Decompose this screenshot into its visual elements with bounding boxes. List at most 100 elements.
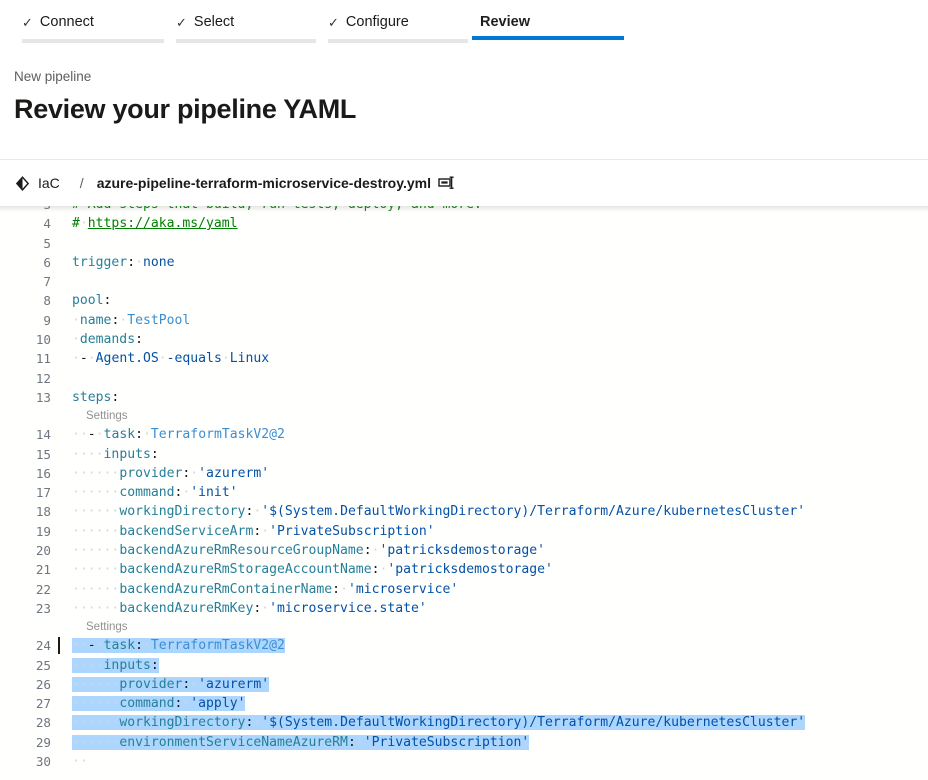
code-line[interactable]: 15 ····inputs: [0, 445, 928, 464]
line-tokens: ······environmentServiceNameAzureRM:·'Pr… [72, 734, 530, 750]
codelens-settings-link[interactable]: Settings [58, 407, 128, 425]
line-number: 30 [35, 754, 51, 770]
code-token: · [261, 600, 270, 616]
code-line[interactable]: 16 ······provider:·'azurerm' [0, 464, 928, 483]
repo-name[interactable]: IaC [38, 175, 60, 191]
code-token: workingDirectory [119, 715, 246, 731]
line-text[interactable]: ······backendAzureRmContainerName:·'micr… [58, 580, 928, 599]
line-tokens: ······backendAzureRmStorageAccountName:·… [72, 562, 553, 577]
line-text[interactable]: ······backendAzureRmResourceGroupName:·'… [58, 541, 928, 560]
line-text[interactable]: steps: [58, 388, 928, 407]
code-token: inputs [103, 446, 151, 462]
code-token: workingDirectory [119, 504, 246, 520]
line-text[interactable] [58, 234, 928, 253]
code-token: TerraformTaskV2@2 [150, 638, 285, 654]
line-tokens: ··-·task:·TerraformTaskV2@2 [72, 427, 285, 442]
line-text[interactable]: ·name:·TestPool [58, 311, 928, 330]
line-text[interactable]: #·https://aka.ms/yaml [58, 214, 928, 233]
code-line[interactable]: 8 pool: [0, 291, 928, 310]
line-number: 15 [35, 446, 51, 462]
line-text[interactable]: # Add steps that build, run tests, deplo… [58, 206, 928, 214]
line-text[interactable] [58, 369, 928, 388]
code-token: · [143, 427, 151, 443]
line-text[interactable]: ·-·Agent.OS·-equals·Linux [58, 349, 928, 368]
line-text[interactable]: ··-·task:·TerraformTaskV2@2 [58, 636, 928, 655]
code-line[interactable]: 5 [0, 234, 928, 253]
code-line[interactable]: 6 trigger:·none [0, 253, 928, 272]
code-line[interactable]: 21 ······backendAzureRmStorageAccountName… [0, 560, 928, 579]
code-token: : [347, 734, 356, 750]
code-line[interactable]: 7 [0, 272, 928, 291]
line-text[interactable]: ······command:·'apply' [58, 694, 928, 713]
line-text[interactable]: ······provider:·'azurerm' [58, 675, 928, 694]
line-number: 5 [43, 235, 51, 251]
wizard-tab-review[interactable]: Review [472, 0, 627, 52]
line-text[interactable]: ······backendServiceArm:·'PrivateSubscri… [58, 522, 928, 541]
page-title: Review your pipeline YAML [14, 94, 357, 124]
wizard-tab-label: Review [480, 14, 530, 30]
file-name[interactable]: azure-pipeline-terraform-microservice-de… [97, 175, 431, 191]
code-line[interactable]: 23 ······backendAzureRmKey:·'microservice… [0, 599, 928, 618]
code-line[interactable]: 24 ··-·task:·TerraformTaskV2@2 [0, 636, 928, 655]
code-line[interactable]: 10 ·demands: [0, 330, 928, 349]
line-text[interactable]: ······provider:·'azurerm' [58, 464, 928, 483]
file-path-bar: IaC / azure-pipeline-terraform-microserv… [0, 159, 928, 206]
line-text[interactable]: ······environmentServiceNameAzureRM:·'Pr… [58, 733, 928, 752]
code-line[interactable]: 18 ······workingDirectory:·'$(System.Defa… [0, 502, 928, 521]
code-line[interactable]: 17 ······command:·'init' [0, 483, 928, 502]
code-token: TestPool [127, 312, 191, 328]
code-line[interactable]: 9 ·name:·TestPool [0, 311, 928, 330]
code-token: backendAzureRmContainerName [119, 581, 333, 597]
code-content[interactable]: 3 # Add steps that build, run tests, depl… [0, 206, 928, 771]
line-tokens: ······workingDirectory:·'$(System.Defaul… [72, 715, 806, 731]
code-line[interactable]: 25 ····inputs: [0, 656, 928, 675]
yaml-code-editor[interactable]: 3 # Add steps that build, run tests, depl… [0, 206, 928, 779]
line-text[interactable]: ····inputs: [58, 445, 928, 464]
code-line[interactable]: 13 steps: [0, 388, 928, 407]
code-line[interactable]: 14 ··-·task:·TerraformTaskV2@2 [0, 425, 928, 444]
code-token: backendAzureRmStorageAccountName [119, 562, 372, 578]
line-number: 28 [35, 715, 51, 731]
code-line[interactable]: 28 ······workingDirectory:·'$(System.Defa… [0, 713, 928, 732]
line-text[interactable]: ··-·task:·TerraformTaskV2@2 [58, 425, 928, 444]
line-text[interactable]: ······command:·'init' [58, 483, 928, 502]
wizard-tab-connect[interactable]: ✓ Connect [14, 0, 168, 52]
code-line[interactable]: 4 #·https://aka.ms/yaml [0, 214, 928, 233]
code-line[interactable]: 22 ······backendAzureRmContainerName:·'mi… [0, 580, 928, 599]
line-number: 14 [35, 427, 51, 443]
line-text[interactable]: pool: [58, 291, 928, 310]
wizard-tab-select[interactable]: ✓ Select [168, 0, 320, 52]
line-text[interactable]: ······workingDirectory:·'$(System.Defaul… [58, 713, 928, 732]
line-text[interactable]: ······workingDirectory:·'$(System.Defaul… [58, 502, 928, 521]
line-tokens: steps: [72, 390, 119, 405]
code-line[interactable]: 12 [0, 369, 928, 388]
codelens-settings-link[interactable]: Settings [58, 618, 128, 636]
code-line[interactable]: 20 ······backendAzureRmResourceGroupName:… [0, 541, 928, 560]
code-line[interactable]: 27 ······command:·'apply' [0, 694, 928, 713]
code-line[interactable]: 19 ······backendServiceArm:·'PrivateSubsc… [0, 522, 928, 541]
line-tokens: ······backendAzureRmKey:·'microservice.s… [72, 601, 427, 616]
code-line[interactable]: 11 ·-·Agent.OS·-equals·Linux [0, 349, 928, 368]
wizard-tab-configure[interactable]: ✓ Configure [320, 0, 472, 52]
line-text[interactable]: ······backendAzureRmKey:·'microservice.s… [58, 599, 928, 618]
line-text[interactable]: ······backendAzureRmStorageAccountName:·… [58, 560, 928, 579]
line-text[interactable]: ·· [58, 752, 928, 771]
rename-file-icon[interactable] [438, 175, 458, 191]
code-token: '$(System.DefaultWorkingDirectory)/Terra… [261, 504, 806, 520]
line-text[interactable] [58, 272, 928, 291]
code-token: command [119, 696, 175, 712]
line-text[interactable]: ·demands: [58, 330, 928, 349]
code-token: : [332, 581, 341, 597]
code-token: 'azurerm' [198, 676, 270, 692]
wizard-tab-indicator [328, 39, 468, 43]
line-number: 10 [35, 332, 51, 348]
code-token: ······ [72, 715, 120, 731]
code-line[interactable]: 26 ······provider:·'azurerm' [0, 675, 928, 694]
line-text[interactable]: trigger:·none [58, 253, 928, 272]
code-token: 'microservice' [347, 581, 459, 597]
code-line[interactable]: 30 ·· [0, 752, 928, 771]
code-line[interactable]: 3 # Add steps that build, run tests, depl… [0, 206, 928, 214]
code-token: ·· [72, 754, 88, 770]
line-text[interactable]: ····inputs: [58, 656, 928, 675]
code-line[interactable]: 29 ······environmentServiceNameAzureRM:·'… [0, 733, 928, 752]
